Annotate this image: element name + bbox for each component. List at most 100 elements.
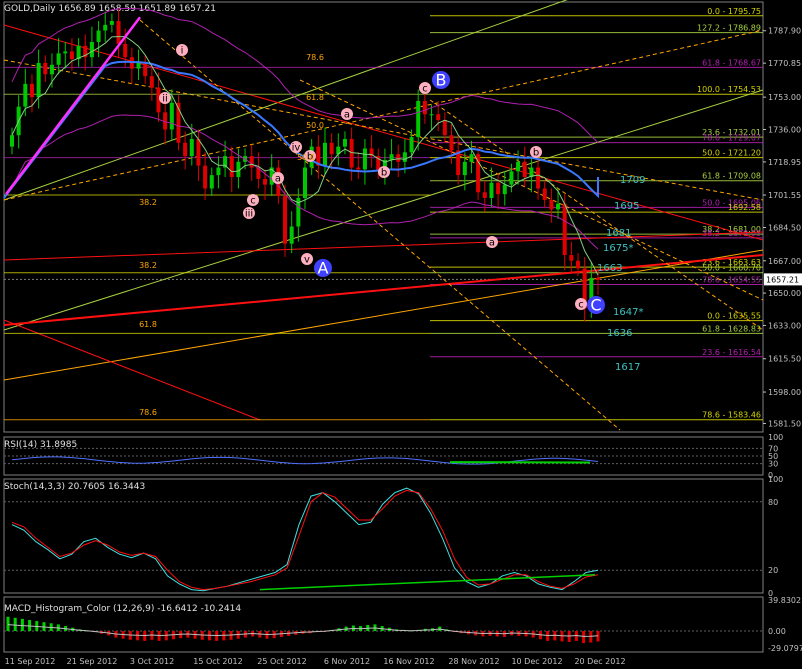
- price-tick-label: 1684.50: [768, 223, 801, 232]
- candle-body: [489, 182, 494, 198]
- candle-body: [189, 138, 194, 157]
- fib-ratio-label: 78.6: [306, 53, 324, 62]
- rsi-tick-label: 30: [768, 460, 778, 469]
- wave-label: a: [344, 109, 350, 120]
- candle-body: [63, 51, 68, 54]
- price-tick-label: 1650.00: [768, 289, 801, 298]
- candle-body: [449, 135, 454, 151]
- candle-body: [402, 152, 407, 162]
- fib-ratio-label: 61.8: [139, 320, 157, 329]
- candle-body: [10, 135, 14, 147]
- fib-level-label: 0.0 - 1635.55: [707, 312, 761, 321]
- candle-body: [362, 148, 367, 170]
- price-tick-label: 1633.00: [768, 321, 801, 330]
- candle-body: [502, 184, 507, 195]
- fib-level-label: 50.0 - 1721.20: [702, 149, 761, 158]
- macd-tick-label: 39.8302: [768, 596, 801, 605]
- fib-ratio-label: 38.2: [139, 261, 157, 270]
- candle-body: [209, 175, 214, 189]
- wave-label: c: [250, 195, 256, 206]
- candle-body: [596, 277, 600, 280]
- wave-label: i: [181, 45, 184, 56]
- target-label: 1709: [620, 175, 645, 186]
- trend-line: [139, 19, 621, 431]
- candle-body: [576, 260, 581, 269]
- moving-average-line: [3, 60, 599, 199]
- candle-body: [116, 21, 121, 44]
- fib-ratio-label: 61.8: [306, 93, 324, 102]
- candle-body: [289, 226, 294, 244]
- price-tick-label: 1615.50: [768, 355, 801, 364]
- target-label: 1647*: [613, 307, 643, 318]
- wave-label: c: [578, 299, 584, 310]
- price-tick-label: 1598.00: [768, 388, 801, 397]
- candle-body: [89, 41, 94, 58]
- candle-body: [542, 188, 547, 200]
- trend-line: [3, 59, 764, 201]
- fib-level-label: 1692.58: [728, 203, 761, 212]
- candle-body: [429, 114, 434, 116]
- candle-body: [462, 161, 467, 176]
- fib-level-label: 61.8 - 1768.67: [702, 58, 761, 67]
- fib-level-label: 61.8 - 1709.08: [702, 172, 761, 181]
- wave-label: A: [318, 258, 329, 277]
- fib-level-label: 23.6 - 1616.54: [702, 348, 761, 357]
- date-label: 6 Nov 2012: [324, 657, 370, 666]
- candle-body: [49, 64, 54, 75]
- date-label: 11 Sep 2012: [5, 657, 56, 666]
- macd-panel-frame: [3, 596, 764, 653]
- candle-body: [169, 102, 174, 130]
- candle-body: [56, 53, 61, 65]
- chart-window[interactable]: GOLD,Daily 1656.89 1658.59 1651.89 1657.…: [0, 0, 802, 669]
- candle-body: [149, 76, 154, 88]
- price-chart[interactable]: 0.0 - 1795.75 127.2 - 1786.89 61.8 - 1768.…: [0, 0, 802, 669]
- candle-body: [409, 137, 414, 153]
- wave-label: C: [590, 295, 601, 314]
- date-label: 28 Nov 2012: [448, 657, 499, 666]
- fib-ratio-label: 50.0: [306, 121, 324, 130]
- candle-body: [522, 161, 527, 178]
- candle-body: [249, 156, 254, 168]
- candle-body: [263, 178, 268, 185]
- candle-body: [556, 203, 561, 210]
- candle-body: [196, 138, 201, 166]
- envelope-upper: [11, 7, 599, 143]
- candle-body: [109, 21, 114, 25]
- fib-level-label: 100.0 - 1754.53: [697, 85, 761, 94]
- candle-body: [482, 192, 487, 198]
- wave-label: ii: [162, 93, 168, 104]
- price-tick-label: 1736.00: [768, 125, 801, 134]
- candle-body: [509, 171, 514, 185]
- candle-body: [36, 62, 41, 98]
- candle-body: [69, 51, 74, 60]
- target-label: 1617: [615, 362, 640, 373]
- candle-body: [342, 138, 347, 147]
- fib-ratio-label: 38.2: [139, 198, 157, 207]
- candle-body: [562, 203, 567, 256]
- stoch-tick-label: 20: [768, 566, 778, 575]
- candle-body: [389, 154, 394, 160]
- candle-body: [549, 199, 554, 210]
- candle-body: [356, 167, 361, 170]
- wave-label: b: [381, 167, 387, 178]
- wave-label: iii: [245, 208, 253, 219]
- date-label: 10 Dec 2012: [511, 657, 562, 666]
- fib-level-label: 61.8 - 1628.83: [702, 324, 761, 333]
- fib-level-label: 78.6 - 1654.55: [702, 275, 761, 284]
- target-label: 1675*: [603, 243, 633, 254]
- price-tick-label: 1718.95: [768, 158, 801, 167]
- wave-label: v: [304, 254, 310, 265]
- stoch-panel-frame: [3, 478, 764, 594]
- macd-tick-label: 0.00: [768, 627, 786, 636]
- candle-body: [29, 83, 34, 98]
- date-label: 3 Oct 2012: [130, 657, 174, 666]
- candle-body: [396, 154, 401, 162]
- fib-level-label: 78.6 - 1583.46: [702, 411, 761, 420]
- stoch-signal-line: [11, 489, 599, 591]
- date-label: 21 Sep 2012: [67, 657, 118, 666]
- price-tick-label: 1667.00: [768, 257, 801, 266]
- macd-histogram-bar: [13, 617, 17, 631]
- candle-body: [496, 182, 501, 195]
- fib-level-label: 0.0 - 1795.75: [707, 7, 761, 16]
- candle-body: [322, 142, 327, 166]
